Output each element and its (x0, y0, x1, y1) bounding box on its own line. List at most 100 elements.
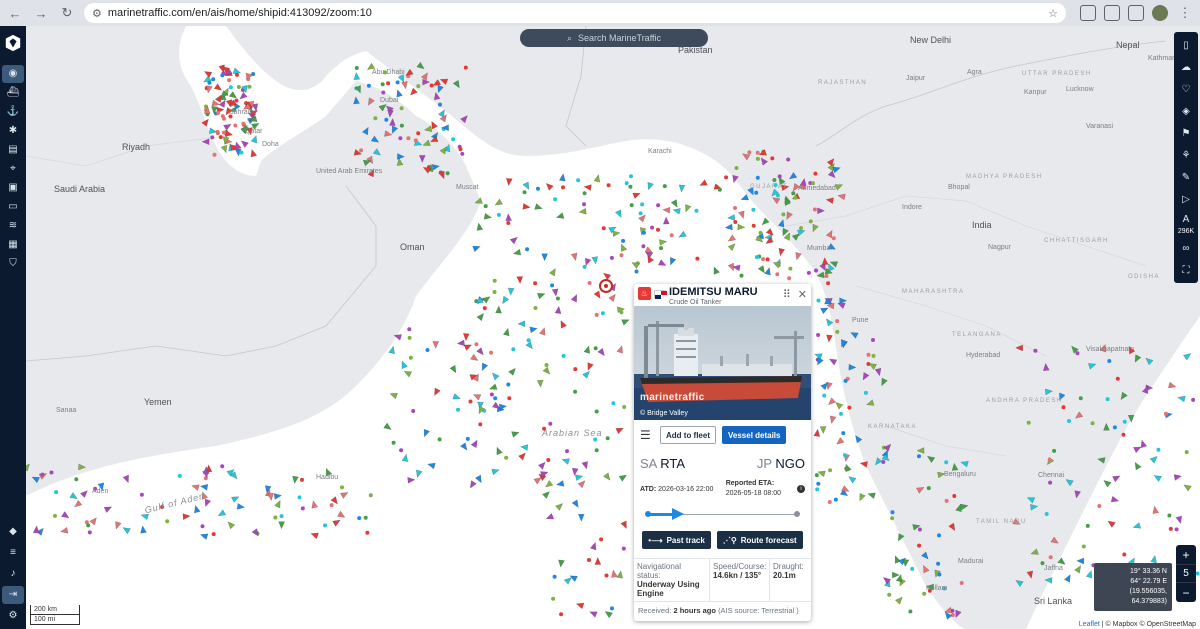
info-icon[interactable]: i (797, 485, 805, 493)
vessel-marker-arrow[interactable] (217, 509, 226, 519)
vessel-marker-dot[interactable] (526, 338, 531, 343)
vessel-marker-dot[interactable] (751, 207, 756, 212)
vessel-marker-dot[interactable] (504, 455, 509, 460)
vessel-marker-dot[interactable] (139, 492, 144, 497)
vessel-marker-dot[interactable] (87, 530, 92, 535)
vessel-marker-dot[interactable] (594, 409, 599, 414)
vessel-marker-dot[interactable] (755, 175, 760, 180)
vessel-marker-dot[interactable] (812, 207, 817, 212)
vessel-marker-arrow[interactable] (494, 446, 503, 455)
layout-icon[interactable]: ▯ (1175, 34, 1197, 56)
vessel-marker-dot[interactable] (656, 227, 660, 232)
vessel-marker-dot[interactable] (814, 268, 818, 273)
vessel-marker-arrow[interactable] (542, 489, 551, 499)
vessel-marker-arrow[interactable] (332, 518, 342, 527)
vessel-marker-dot[interactable] (429, 83, 434, 88)
vessel-marker-dot[interactable] (587, 558, 591, 562)
vessel-marker-dot[interactable] (1067, 419, 1071, 423)
vessel-marker-dot[interactable] (1122, 552, 1127, 557)
vessel-marker-arrow[interactable] (1102, 478, 1112, 488)
vessel-marker-arrow[interactable] (678, 184, 686, 193)
vessel-marker-arrow[interactable] (727, 214, 735, 221)
vessel-marker-arrow[interactable] (463, 342, 473, 351)
vessel-marker-dot[interactable] (917, 527, 922, 532)
vessel-marker-arrow[interactable] (828, 356, 838, 366)
vessel-marker-arrow[interactable] (516, 276, 523, 284)
vessel-marker-arrow[interactable] (1133, 461, 1142, 471)
vessel-marker-dot[interactable] (381, 90, 386, 95)
vessel-marker-arrow[interactable] (397, 153, 405, 160)
vessel-marker-arrow[interactable] (829, 415, 837, 424)
vessel-marker-arrow[interactable] (200, 483, 208, 491)
vessel-marker-dot[interactable] (733, 206, 737, 210)
vessel-marker-arrow[interactable] (620, 520, 629, 530)
vessel-details-button[interactable]: Vessel details (722, 426, 787, 444)
vessel-marker-dot[interactable] (621, 238, 626, 243)
vessel-marker-arrow[interactable] (508, 287, 515, 296)
vessel-marker-dot[interactable] (871, 338, 875, 342)
vessel-marker-arrow[interactable] (214, 83, 223, 93)
vessel-marker-arrow[interactable] (383, 422, 393, 432)
vessel-marker-dot[interactable] (279, 514, 284, 519)
vessel-marker-arrow[interactable] (490, 371, 500, 381)
vessel-marker-dot[interactable] (594, 448, 599, 453)
vessel-marker-arrow[interactable] (476, 347, 486, 357)
vessel-marker-dot[interactable] (573, 367, 578, 372)
vessel-marker-dot[interactable] (236, 85, 241, 89)
vessel-marker-arrow[interactable] (1014, 578, 1024, 587)
vessel-marker-dot[interactable] (211, 532, 216, 537)
vessel-marker-arrow[interactable] (593, 290, 603, 300)
vessel-marker-dot[interactable] (747, 150, 752, 155)
vessel-marker-arrow[interactable] (489, 383, 498, 392)
vessel-marker-arrow[interactable] (1043, 363, 1050, 371)
vessel-marker-dot[interactable] (1156, 447, 1161, 452)
puzzle-icon[interactable] (1104, 5, 1120, 21)
vessel-marker-dot[interactable] (814, 473, 819, 478)
vessel-marker-dot[interactable] (594, 312, 599, 317)
vessel-marker-arrow[interactable] (582, 369, 591, 379)
vessel-marker-dot[interactable] (1163, 411, 1168, 416)
vessel-marker-arrow[interactable] (353, 72, 361, 80)
vessel-marker-arrow[interactable] (571, 468, 579, 476)
vessel-marker-dot[interactable] (772, 178, 777, 182)
vessel-marker-arrow[interactable] (1132, 522, 1141, 531)
vessel-marker-dot[interactable] (917, 543, 922, 548)
vessel-marker-arrow[interactable] (581, 461, 590, 470)
vessel-marker-dot[interactable] (478, 422, 483, 427)
vessel-marker-dot[interactable] (593, 437, 598, 442)
vessel-marker-arrow[interactable] (616, 570, 624, 579)
vessel-marker-dot[interactable] (842, 453, 847, 458)
vessel-marker-arrow[interactable] (449, 365, 459, 374)
vessel-marker-arrow[interactable] (857, 493, 866, 502)
vessel-marker-dot[interactable] (866, 352, 871, 357)
vessel-marker-dot[interactable] (1078, 396, 1083, 401)
drag-handle-icon[interactable]: ⠿ (783, 288, 791, 301)
vessel-marker-dot[interactable] (544, 363, 549, 367)
vessel-marker-dot[interactable] (384, 117, 389, 122)
vessel-marker-arrow[interactable] (663, 216, 670, 225)
vessel-marker-dot[interactable] (922, 591, 927, 596)
vessel-marker-dot[interactable] (241, 121, 246, 126)
vessel-marker-dot[interactable] (765, 257, 770, 262)
vessel-marker-arrow[interactable] (395, 89, 403, 98)
vessel-marker-dot[interactable] (216, 111, 221, 115)
vessel-marker-arrow[interactable] (948, 522, 958, 532)
vessel-marker-arrow[interactable] (619, 243, 628, 252)
vessel-marker-arrow[interactable] (78, 463, 86, 471)
vessel-marker-dot[interactable] (233, 123, 238, 128)
vessel-marker-dot[interactable] (74, 477, 79, 482)
vessel-marker-dot[interactable] (734, 166, 739, 170)
vessel-marker-dot[interactable] (546, 458, 551, 462)
vessel-marker-dot[interactable] (1090, 421, 1095, 426)
vessel-marker-arrow[interactable] (522, 181, 532, 191)
vessel-marker-arrow[interactable] (551, 288, 559, 297)
vessel-marker-arrow[interactable] (603, 609, 613, 619)
browser-menu-icon[interactable]: ⋮ (1176, 4, 1194, 22)
vessel-marker-arrow[interactable] (677, 230, 687, 240)
vessel-marker-dot[interactable] (833, 497, 838, 502)
vessel-marker-arrow[interactable] (1152, 506, 1159, 514)
vessel-photo[interactable]: marinetraffic © Bridge Valley (634, 306, 811, 420)
vessel-marker-arrow[interactable] (621, 317, 631, 326)
vessel-marker-dot[interactable] (959, 581, 964, 585)
ship-icon[interactable]: ⛴ (2, 84, 24, 102)
